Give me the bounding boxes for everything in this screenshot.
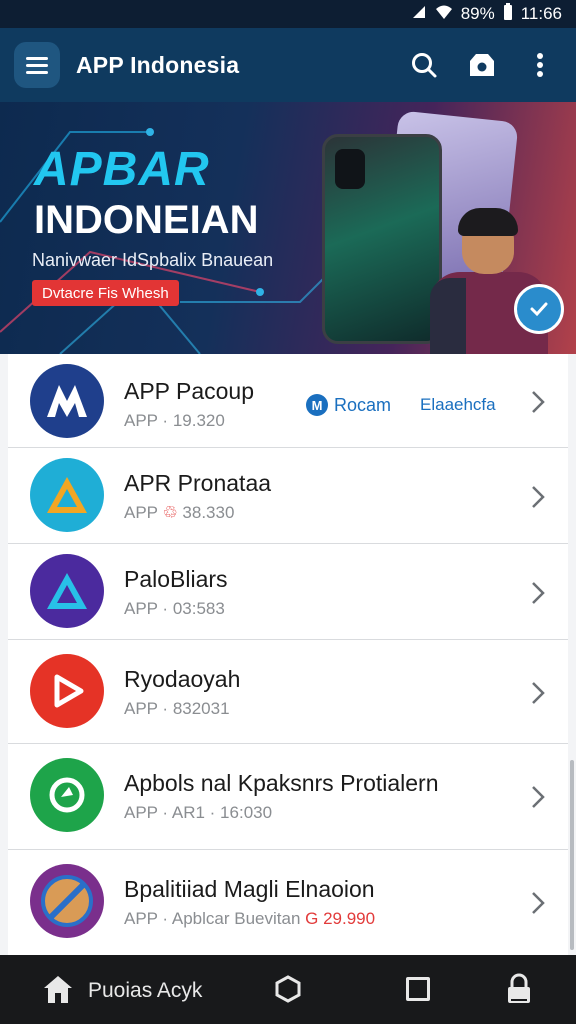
list-item[interactable]: PaloBliars APP · 03:583 <box>8 544 568 640</box>
more-vert-icon <box>537 53 543 77</box>
app-name: Bpalitiiad Magli Elnaoion <box>124 876 375 902</box>
app-bar: APP Indonesia <box>0 28 576 102</box>
banner-title: INDONEIAN <box>34 198 259 242</box>
page-title: APP Indonesia <box>76 51 240 78</box>
clock: 11:66 <box>520 4 562 23</box>
tag-primary[interactable]: M Rocam <box>306 394 391 416</box>
app-meta: APP ♲ 38.330 <box>124 503 235 522</box>
app-logo-icon <box>30 458 104 532</box>
wifi-icon <box>435 4 453 25</box>
chevron-right-icon <box>528 484 548 510</box>
app-meta: APP · Apblcar Buevitan G 29.990 <box>124 909 376 928</box>
app-name: Ryodaoyah <box>124 666 241 692</box>
navigation-bar: Puoias Acyk <box>0 955 576 1024</box>
list-item[interactable]: Ryodaoyah APP · 832031 <box>8 640 568 744</box>
store-button[interactable] <box>466 49 498 81</box>
recents-icon[interactable] <box>406 977 430 1001</box>
banner-cta-button[interactable]: Dvtacre Fis Whesh <box>32 280 179 306</box>
nav-label[interactable]: Puoias Acyk <box>88 979 202 1003</box>
app-meta: APP · 03:583 <box>124 599 225 618</box>
app-logo-icon <box>30 364 104 438</box>
home-icon[interactable] <box>42 973 74 1010</box>
app-name: Apbols nal Kpaksnrs Protialern <box>124 770 439 796</box>
app-logo-icon <box>30 758 104 832</box>
menu-icon <box>26 56 48 60</box>
app-name: APR Pronataa <box>124 470 272 496</box>
promo-banner[interactable]: APBAR INDONEIAN Nanivwaer IdSpbalix Bnau… <box>0 102 576 354</box>
scrollbar[interactable] <box>570 760 574 950</box>
app-name: APP Pacoup <box>124 378 255 404</box>
tag-icon: M <box>306 394 328 416</box>
app-meta: APP · AR1 · 16:030 <box>124 803 273 822</box>
store-icon <box>470 54 494 76</box>
list-item[interactable]: APP Pacoup APP · 19.320 M Rocam Elaaehcf… <box>8 354 568 448</box>
battery-icon <box>503 2 513 26</box>
banner-headline: APBAR <box>34 143 210 196</box>
app-logo-icon <box>30 864 104 938</box>
signal-icon <box>411 4 427 25</box>
app-meta: APP · 19.320 <box>124 411 225 430</box>
app-meta: APP · 832031 <box>124 699 230 718</box>
list-item[interactable]: APR Pronataa APP ♲ 38.330 <box>8 448 568 544</box>
back-circle-icon[interactable] <box>274 975 302 1008</box>
battery-percent: 89% <box>460 4 495 23</box>
app-list: APP Pacoup APP · 19.320 M Rocam Elaaehcf… <box>8 354 568 955</box>
search-icon <box>412 53 437 78</box>
chevron-right-icon <box>528 784 548 810</box>
chevron-right-icon <box>528 680 548 706</box>
lock-icon[interactable] <box>505 973 533 1010</box>
chevron-right-icon <box>528 389 548 415</box>
verified-badge <box>514 284 564 334</box>
app-logo-icon <box>30 554 104 628</box>
phone-image <box>322 134 442 344</box>
app-name: PaloBliars <box>124 566 228 592</box>
tag-secondary[interactable]: Elaaehcfa <box>420 395 496 415</box>
search-button[interactable] <box>408 49 440 81</box>
chevron-right-icon <box>528 580 548 606</box>
price: G 29.990 <box>305 909 376 928</box>
check-icon <box>530 302 548 317</box>
banner-subtitle: Nanivwaer IdSpbalix Bnauean <box>32 250 274 270</box>
list-item[interactable]: Apbols nal Kpaksnrs Protialern APP · AR1… <box>8 744 568 850</box>
status-bar: 89% 11:66 <box>0 0 576 28</box>
more-options-button[interactable] <box>524 49 556 81</box>
menu-button[interactable] <box>14 42 60 88</box>
chevron-right-icon <box>528 890 548 916</box>
list-item[interactable]: Bpalitiiad Magli Elnaoion APP · Apblcar … <box>8 850 568 955</box>
app-logo-icon <box>30 654 104 728</box>
